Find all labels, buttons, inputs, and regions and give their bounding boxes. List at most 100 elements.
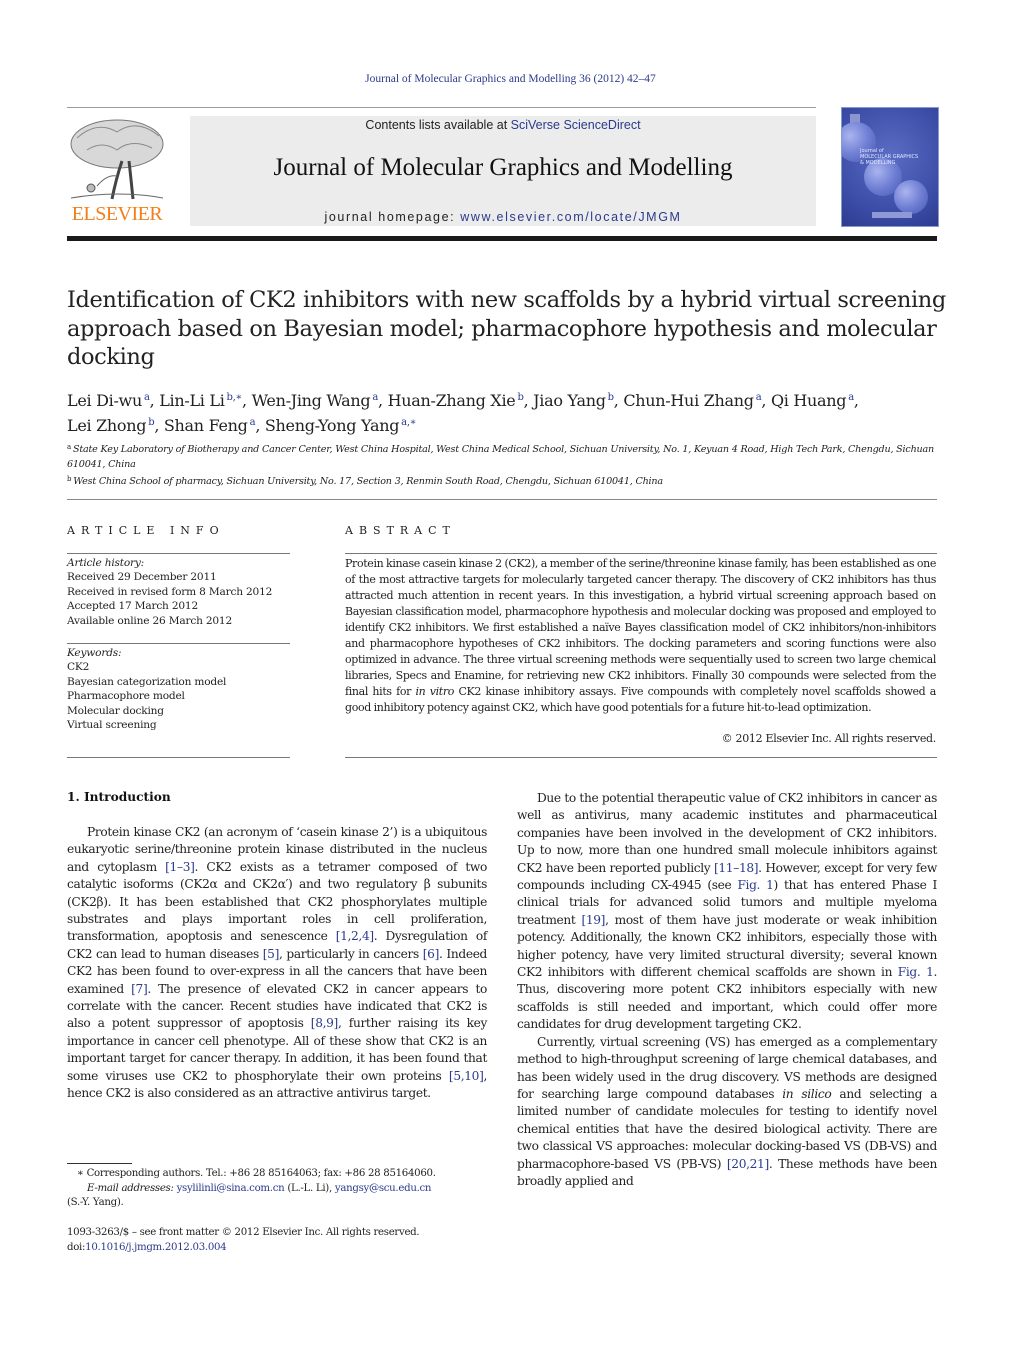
history-item: Received in revised form 8 March 2012 [67, 585, 273, 598]
reference-link[interactable]: [1,2,4] [336, 929, 374, 943]
doi-link[interactable]: 10.1016/j.jmgm.2012.03.004 [85, 1242, 227, 1253]
doi-prefix: doi: [67, 1242, 86, 1253]
history-item: Available online 26 March 2012 [67, 614, 233, 627]
abstract-text-italic: in vitro [415, 685, 455, 698]
journal-homepage-link[interactable]: www.elsevier.com/locate/JMGM [460, 210, 681, 224]
sciencedirect-link[interactable]: SciVerse ScienceDirect [511, 118, 641, 132]
reference-link[interactable]: [11–18] [714, 861, 759, 875]
author-name: Lei Di-wu [67, 391, 142, 410]
journal-citation[interactable]: Journal of Molecular Graphics and Modell… [0, 73, 1021, 85]
reference-link[interactable]: [1–3] [165, 860, 195, 874]
reference-link[interactable]: [5] [263, 947, 280, 961]
elsevier-wordmark: ELSEVIER [71, 203, 163, 225]
keywords-label: Keywords: [67, 647, 122, 659]
reference-link[interactable]: [5,10] [449, 1069, 484, 1083]
reference-link[interactable]: [8,9] [311, 1016, 339, 1030]
affiliation-key: a [67, 443, 71, 451]
keyword-item[interactable]: CK2 [67, 660, 297, 674]
author-list: Lei Di-wu a, Lin-Li Li b,∗, Wen-Jing Wang a… [67, 391, 859, 435]
keyword-item[interactable]: Bayesian categorization model [67, 675, 297, 689]
header-rule [67, 107, 816, 108]
reference-link[interactable]: Fig. 1 [737, 878, 773, 892]
affiliation-marker[interactable]: a [250, 417, 256, 428]
article-info-heading: ARTICLE INFO [67, 524, 225, 537]
reference-link[interactable]: [19] [581, 913, 605, 927]
article-title: Identification of CK2 inhibitors with ne… [67, 287, 946, 370]
abstract-copyright: © 2012 Elsevier Inc. All rights reserved… [721, 732, 937, 745]
doi-line: doi:10.1016/j.jmgm.2012.03.004 [67, 1240, 487, 1255]
history-item: Received 29 December 2011 [67, 571, 217, 584]
author-name: Lei Zhong [67, 416, 147, 435]
author-name: Qi Huang [770, 391, 847, 410]
article-history: Article history: Received 29 December 20… [67, 556, 297, 628]
body-column-left: Protein kinase CK2 (an acronym of ‘casei… [67, 824, 487, 1103]
intro-paragraph: Currently, virtual screening (VS) has em… [517, 1034, 937, 1191]
article-info-rule [67, 643, 290, 644]
homepage-prefix: journal homepage: [324, 210, 461, 224]
article-info-rule [67, 757, 290, 758]
intro-paragraph: Protein kinase CK2 (an acronym of ‘casei… [67, 824, 487, 1103]
abstract-text: Protein kinase casein kinase 2 (CK2), a … [345, 556, 936, 716]
contents-line: Contents lists available at SciVerse Sci… [190, 118, 816, 132]
cover-footer-logo [872, 212, 912, 218]
keyword-item[interactable]: Virtual screening [67, 718, 297, 732]
email-label: E-mail addresses: [87, 1182, 177, 1194]
front-matter: 1093-3263/$ – see front matter © 2012 El… [67, 1225, 487, 1255]
email-line: E-mail addresses: ysylilinli@sina.com.cn… [67, 1182, 487, 1197]
article-history-label: Article history: [67, 557, 145, 569]
reference-link[interactable]: [7] [131, 982, 148, 996]
affiliation: a State Key Laboratory of Biotherapy and … [67, 440, 947, 472]
author-name: Wen-Jing Wang [251, 391, 371, 410]
abstract-rule [345, 757, 937, 758]
reference-link[interactable]: Fig. 1 [898, 965, 934, 979]
corresponding-author-footnote: ∗ Corresponding authors. Tel.: +86 28 85… [67, 1167, 487, 1211]
body-column-right: Due to the potential therapeutic value o… [517, 790, 937, 1190]
author-name: Sheng-Yong Yang [264, 416, 400, 435]
paragraph-text: , particularly in cancers [279, 946, 423, 961]
keywords: Keywords: CK2 Bayesian categorization mod… [67, 646, 297, 732]
keyword-item[interactable]: Pharmacophore model [67, 689, 297, 703]
article-info-rule [67, 553, 290, 554]
footnote-rule [67, 1163, 132, 1164]
keyword-item[interactable]: Molecular docking [67, 704, 297, 718]
journal-banner: Contents lists available at SciVerse Sci… [190, 116, 816, 226]
affiliation-marker[interactable]: a [372, 392, 378, 403]
journal-cover-image[interactable]: Journal of MOLECULAR GRAPHICS & MODELLIN… [841, 107, 939, 227]
elsevier-logo[interactable]: ELSEVIER [67, 116, 167, 226]
cover-sphere-icon [894, 180, 928, 214]
introduction-heading: 1. Introduction [67, 790, 171, 804]
corresponding-line: ∗ Corresponding authors. Tel.: +86 28 85… [77, 1168, 436, 1179]
reference-link[interactable]: [6] [423, 947, 440, 961]
affiliation-marker[interactable]: a [756, 392, 762, 403]
email-link[interactable]: yangsy@scu.edu.cn [335, 1183, 432, 1194]
abstract-text-part: Protein kinase casein kinase 2 (CK2), a … [345, 557, 936, 698]
header-thick-rule [67, 236, 937, 241]
author-name: Lin-Li Li [159, 391, 225, 410]
email-owner: (L.-L. Li), [284, 1182, 335, 1194]
contents-prefix: Contents lists available at [365, 118, 511, 132]
affiliation-marker[interactable]: b [608, 392, 614, 403]
affiliation-text: State Key Laboratory of Biotherapy and C… [67, 444, 935, 470]
affiliation-marker[interactable]: a,∗ [401, 417, 416, 428]
affiliation-marker[interactable]: b [517, 392, 523, 403]
history-list: Received 29 December 2011 Received in rev… [67, 570, 297, 628]
affiliation-text: West China School of pharmacy, Sichuan U… [73, 476, 663, 487]
abstract-heading: ABSTRACT [345, 524, 456, 537]
affiliation-marker[interactable]: b [148, 417, 154, 428]
keyword-list: CK2 Bayesian categorization model Pharmaco… [67, 660, 297, 732]
affiliation-marker[interactable]: a [848, 392, 854, 403]
homepage-line: journal homepage: www.elsevier.com/locat… [190, 210, 816, 224]
history-item: Accepted 17 March 2012 [67, 600, 199, 613]
cover-title: Journal of MOLECULAR GRAPHICS & MODELLIN… [860, 148, 934, 166]
journal-title: Journal of Molecular Graphics and Modell… [273, 154, 733, 181]
author-name: Huan-Zhang Xie [387, 391, 516, 410]
author-name: Jiao Yang [533, 391, 606, 410]
elsevier-tree-icon [70, 119, 164, 200]
intro-paragraph: Due to the potential therapeutic value o… [517, 790, 937, 1034]
email-link[interactable]: ysylilinli@sina.com.cn [177, 1183, 285, 1194]
affiliation-key: b [67, 475, 72, 483]
cover-text-line: & MODELLING [860, 160, 896, 166]
affiliation-marker[interactable]: b,∗ [227, 392, 243, 403]
reference-link[interactable]: [20,21] [727, 1157, 769, 1171]
affiliation-marker[interactable]: a [144, 392, 150, 403]
